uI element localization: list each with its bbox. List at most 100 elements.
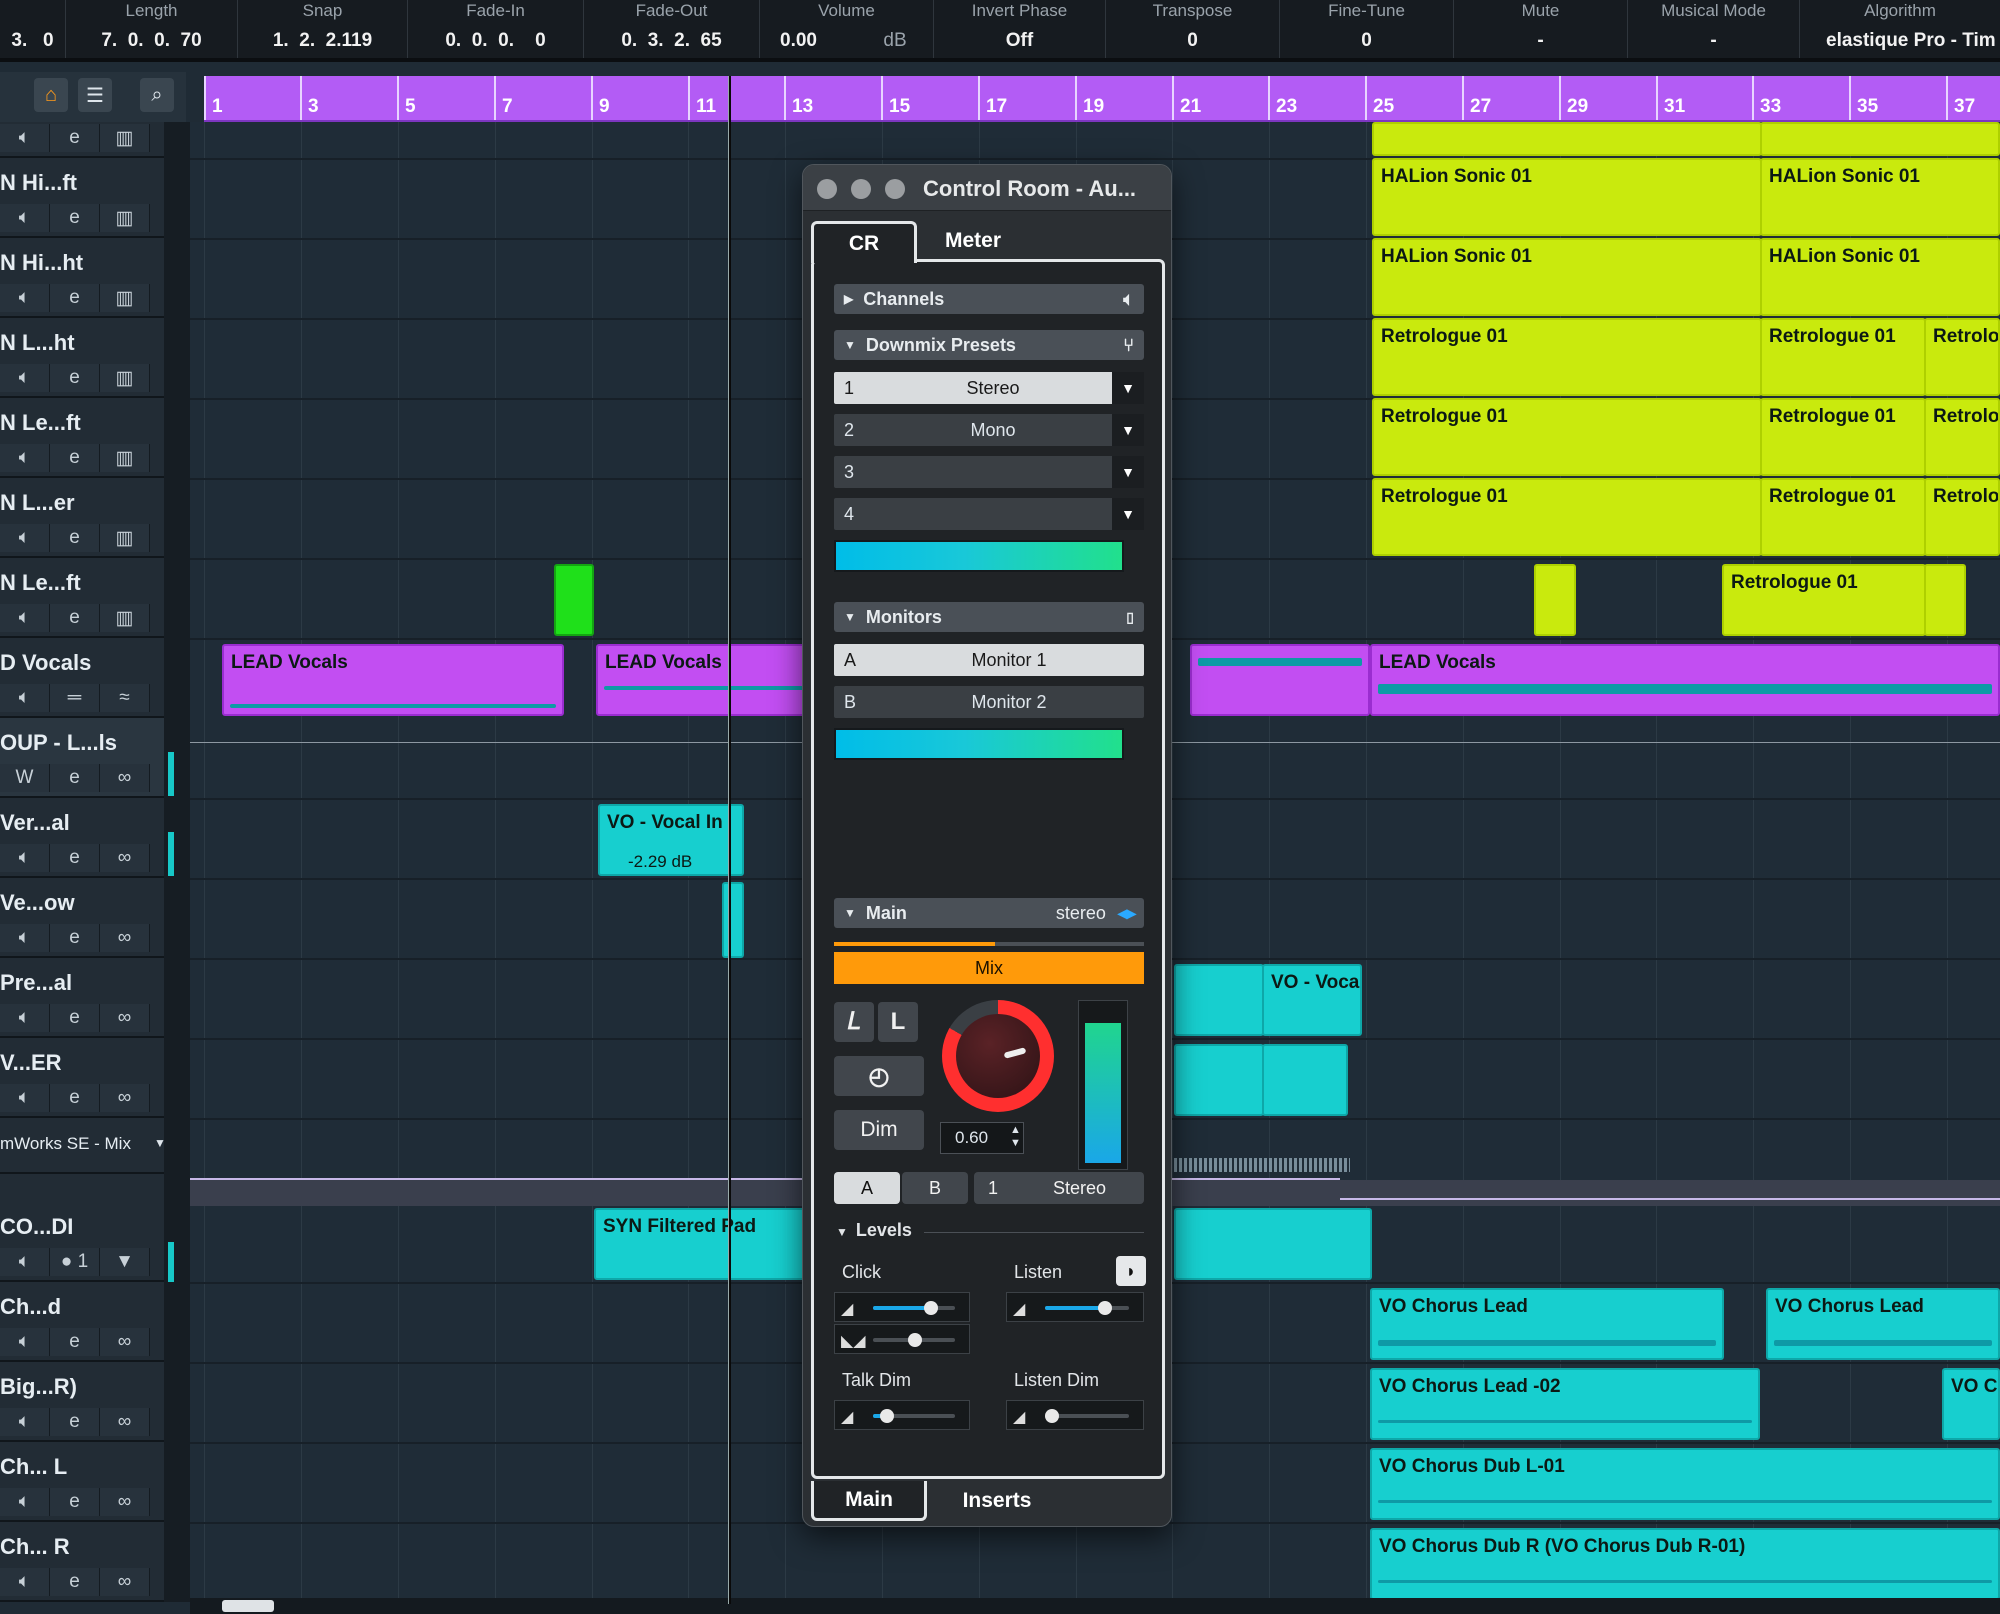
dropdown-icon[interactable]: ▼: [1112, 498, 1144, 530]
track-presets-icon[interactable]: ⌂: [34, 78, 68, 112]
downmix-preset-select[interactable]: 1 Stereo ▼: [834, 372, 1144, 404]
midi-part[interactable]: [1174, 1208, 1372, 1280]
minimize-button[interactable]: [851, 179, 871, 199]
edit-icon[interactable]: e: [50, 124, 100, 152]
channels-section-header[interactable]: ▶ Channels 🔈︎: [834, 284, 1144, 314]
piano-icon[interactable]: ▥: [100, 444, 150, 472]
track-header[interactable]: Ch...d 🔈︎ e ∞: [0, 1282, 164, 1362]
horizontal-scrollbar[interactable]: [190, 1598, 2000, 1614]
track-header[interactable]: N L...er 🔈︎ e ▥: [0, 478, 164, 558]
edit-icon[interactable]: e: [50, 204, 100, 232]
piano-icon[interactable]: ▥: [100, 204, 150, 232]
track-header[interactable]: CO...DI 🔈︎ ● 1 ▼: [0, 1174, 164, 1282]
track-header[interactable]: 🔈︎ e ▥: [0, 122, 164, 158]
mute-icon[interactable]: 🔈︎: [0, 444, 50, 472]
midi-part[interactable]: Retrologue 01: [1760, 318, 1926, 396]
track-header[interactable]: OUP - L...ls We ∞: [0, 718, 164, 798]
edit-icon[interactable]: e: [50, 1328, 100, 1356]
ab-select-a[interactable]: A: [834, 1172, 900, 1204]
mute-icon[interactable]: 🔈︎: [0, 124, 50, 152]
audio-part[interactable]: VO Chorus Lead: [1766, 1288, 2000, 1360]
window-titlebar[interactable]: Control Room - Au...: [803, 165, 1171, 211]
track-header[interactable]: V...ER 🔈︎ e ∞: [0, 1038, 164, 1118]
slider-knob[interactable]: [1097, 1301, 1112, 1315]
midi-part[interactable]: Retrolo: [1924, 398, 2000, 476]
monitors-section-header[interactable]: ▼ Monitors ▯: [834, 602, 1144, 632]
audio-part[interactable]: [1190, 644, 1370, 716]
midi-channel-icon[interactable]: ● 1: [50, 1248, 100, 1276]
info-volume[interactable]: Volume 0.00 dB: [760, 0, 934, 58]
mute-icon[interactable]: 🔈︎: [0, 284, 50, 312]
dim-button[interactable]: Dim: [834, 1110, 924, 1150]
piano-icon[interactable]: ▥: [100, 524, 150, 552]
edit-icon[interactable]: e: [50, 1568, 100, 1596]
audio-part[interactable]: [1174, 964, 1264, 1036]
mute-icon[interactable]: 🔈︎: [0, 684, 50, 712]
audio-part[interactable]: LEAD Vocals: [222, 644, 564, 716]
mute-icon[interactable]: 🔈︎: [0, 1084, 50, 1112]
midi-part[interactable]: [1372, 122, 1762, 156]
info-fine-tune[interactable]: Fine-Tune 0: [1280, 0, 1454, 58]
info-transpose[interactable]: Transpose 0: [1106, 0, 1280, 58]
mute-icon[interactable]: 🔈︎: [0, 1408, 50, 1436]
track-header[interactable]: N L...ht 🔈︎ e ▥: [0, 318, 164, 398]
track-header[interactable]: D Vocals 🔈︎ ═ ≈: [0, 638, 164, 718]
edit-icon[interactable]: e: [50, 524, 100, 552]
link-icon[interactable]: ∞: [100, 1488, 150, 1516]
edit-icon[interactable]: e: [50, 284, 100, 312]
audio-part[interactable]: VO Chorus Dub L-01: [1370, 1448, 2000, 1520]
midi-part[interactable]: Retrolo: [1924, 318, 2000, 396]
track-header[interactable]: Ve...ow 🔈︎ e ∞: [0, 878, 164, 958]
midi-part[interactable]: [554, 564, 594, 636]
mute-icon[interactable]: 🔈︎: [0, 1328, 50, 1356]
midi-part[interactable]: HALion Sonic 01: [1760, 238, 2000, 316]
track-header[interactable]: Ver...al 🔈︎ e ∞: [0, 798, 164, 878]
audio-part[interactable]: VO - Vocal In -2.29 dB: [598, 804, 744, 876]
mute-icon[interactable]: 🔈︎: [0, 1488, 50, 1516]
edit-icon[interactable]: e: [50, 1004, 100, 1032]
click-level-slider[interactable]: ◢: [834, 1292, 970, 1322]
monitor-b-button[interactable]: B Monitor 2: [834, 686, 1144, 718]
info-algorithm[interactable]: Algorithm elastique Pro - Tim: [1800, 0, 2000, 58]
zoom-button[interactable]: [885, 179, 905, 199]
levels-header[interactable]: ▼ Levels: [836, 1220, 912, 1241]
bar-ruler[interactable]: 1 3 5 7 9 11 13 15 17 19 21 23 25 27 29 …: [204, 76, 2000, 122]
downmix-preset-select[interactable]: 3 ▼: [834, 456, 1144, 488]
mute-icon[interactable]: 🔈︎: [0, 204, 50, 232]
main-volume-knob[interactable]: [942, 1000, 1054, 1112]
downmix-preset-select[interactable]: 2 Mono ▼: [834, 414, 1144, 446]
midi-part[interactable]: Retrologue 01: [1760, 398, 1926, 476]
mute-icon[interactable]: 🔈︎: [0, 1248, 50, 1276]
audio-part[interactable]: VO Chorus Lead -02: [1370, 1368, 1760, 1440]
info-mute[interactable]: Mute -: [1454, 0, 1628, 58]
midi-part[interactable]: HALion Sonic 01: [1760, 158, 2000, 236]
link-icon[interactable]: ∞: [100, 924, 150, 952]
listen-dim-slider[interactable]: ◢: [1006, 1400, 1144, 1430]
link-icon[interactable]: ∞: [100, 1004, 150, 1032]
info-snap[interactable]: Snap 1. 2. 2.119: [238, 0, 408, 58]
edit-icon[interactable]: e: [50, 444, 100, 472]
midi-part[interactable]: Retrologue 01: [1372, 398, 1762, 476]
slider-knob[interactable]: [880, 1409, 894, 1423]
slider-knob[interactable]: [924, 1301, 939, 1315]
midi-part[interactable]: Retrologue 01: [1372, 318, 1762, 396]
mute-icon[interactable]: 🔈︎: [0, 924, 50, 952]
dropdown-icon[interactable]: ▼: [154, 1136, 164, 1150]
edit-icon[interactable]: e: [50, 844, 100, 872]
mute-icon[interactable]: 🔈︎: [0, 1004, 50, 1032]
piano-icon[interactable]: ▥: [100, 364, 150, 392]
write-automation-icon[interactable]: W: [0, 764, 50, 792]
track-header[interactable]: Big...R) 🔈︎ e ∞: [0, 1362, 164, 1442]
midi-part[interactable]: Retrologue 01: [1372, 478, 1762, 556]
slider-knob[interactable]: [908, 1333, 922, 1347]
listen-level-slider[interactable]: ◢: [1006, 1292, 1144, 1322]
search-icon[interactable]: ⌕: [140, 78, 174, 112]
link-icon[interactable]: ∞: [100, 1408, 150, 1436]
midi-part[interactable]: HALion Sonic 01: [1372, 158, 1762, 236]
reference-level-icon[interactable]: 𝐿: [834, 1002, 874, 1042]
audio-part[interactable]: VO Chorus Dub R (VO Chorus Dub R-01): [1370, 1528, 2000, 1600]
ab-select-b[interactable]: B: [902, 1172, 968, 1204]
dropdown-icon[interactable]: ▼: [1112, 456, 1144, 488]
link-icon[interactable]: ∞: [100, 1568, 150, 1596]
track-header[interactable]: Pre...al 🔈︎ e ∞: [0, 958, 164, 1038]
